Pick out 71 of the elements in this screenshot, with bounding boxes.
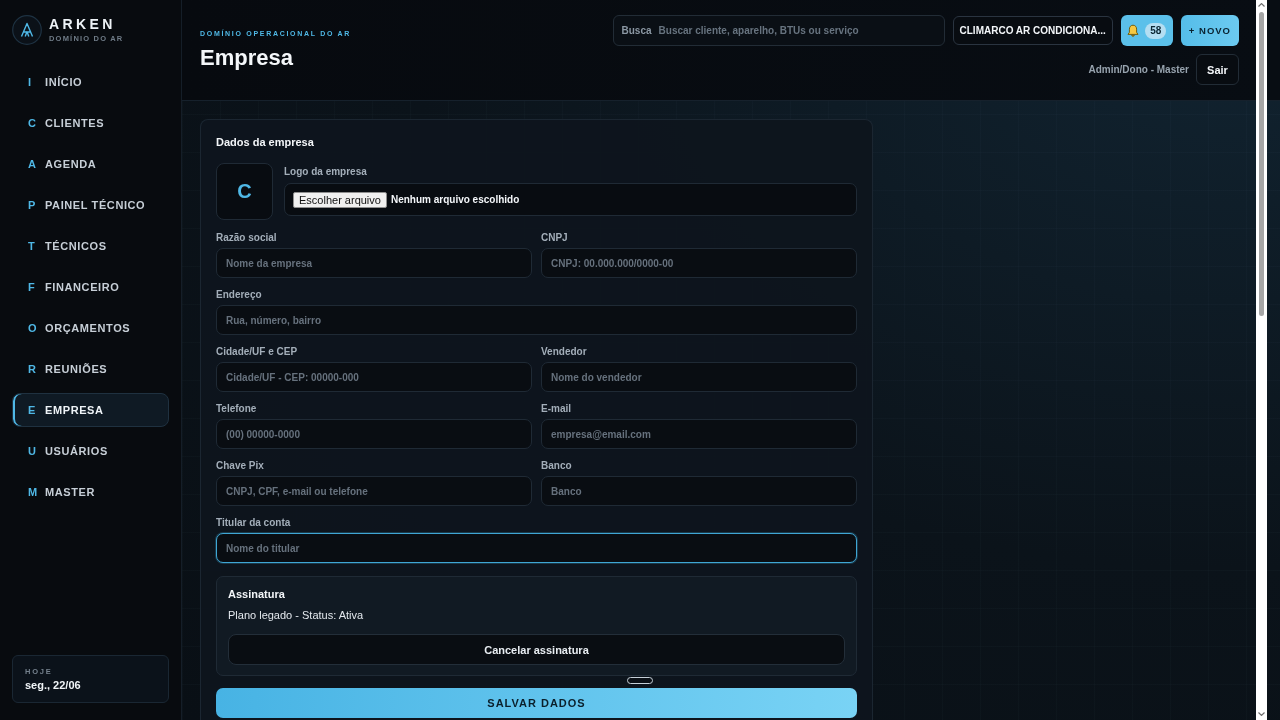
logo-icon bbox=[12, 15, 42, 45]
section-title: Dados da empresa bbox=[216, 136, 315, 149]
nav-letter: E bbox=[28, 404, 37, 416]
nav-item[interactable]: T TÉCNICOS bbox=[12, 229, 169, 263]
notifications-button[interactable]: 58 bbox=[1120, 15, 1173, 46]
nav-item[interactable]: M MASTER bbox=[12, 475, 169, 509]
subscription-title: Assinatura bbox=[228, 587, 286, 601]
scroll-up-icon[interactable] bbox=[1258, 3, 1265, 7]
field-label: Razão social bbox=[216, 232, 278, 244]
nav-item[interactable]: O ORÇAMENTOS bbox=[12, 311, 169, 345]
scroll-down-icon[interactable] bbox=[1258, 712, 1265, 716]
file-field[interactable]: Escolher arquivo Nenhum arquivo escolhido bbox=[284, 183, 857, 216]
nav-item[interactable]: C CLIENTES bbox=[12, 106, 169, 140]
text-field[interactable]: Rua, número, bairro bbox=[216, 305, 857, 335]
field-label: Chave Pix bbox=[216, 460, 265, 472]
nav-letter: U bbox=[28, 445, 37, 457]
today-date: seg., 22/06 bbox=[25, 678, 82, 692]
field-label: Cidade/UF e CEP bbox=[216, 346, 299, 358]
logout-button[interactable]: Sair bbox=[1196, 54, 1239, 85]
handle-icon[interactable] bbox=[627, 677, 653, 684]
text-field[interactable]: Nome do titular bbox=[216, 533, 857, 563]
text-field[interactable]: Nome do vendedor bbox=[541, 362, 857, 392]
nav-item[interactable]: A AGENDA bbox=[12, 147, 169, 181]
brand-name: ARKEN bbox=[49, 17, 117, 31]
field-label: Logo da empresa bbox=[284, 166, 368, 178]
text-field[interactable]: CNPJ, CPF, e-mail ou telefone bbox=[216, 476, 532, 506]
cancel-button[interactable]: Cancelar assinatura bbox=[228, 634, 845, 665]
field-label: Endereço bbox=[216, 289, 263, 301]
nav-letter: F bbox=[28, 281, 36, 293]
field-label: E-mail bbox=[541, 403, 572, 415]
bell-icon bbox=[1127, 23, 1140, 38]
search-input[interactable]: Buscar cliente, aparelho, BTUs ou serviço bbox=[658, 21, 936, 40]
search-label: Busca bbox=[621, 25, 652, 36]
nav-item[interactable]: U USUÁRIOS bbox=[12, 434, 169, 468]
field-label: Vendedor bbox=[541, 346, 588, 358]
nav-letter: T bbox=[28, 240, 36, 252]
nav-item[interactable]: E EMPRESA bbox=[12, 393, 169, 427]
nav-item[interactable]: F FINANCEIRO bbox=[12, 270, 169, 304]
file-status: Nenhum arquivo escolhido bbox=[390, 194, 520, 205]
logo-preview: C bbox=[216, 163, 273, 220]
nav-item[interactable]: P PAINEL TÉCNICO bbox=[12, 188, 169, 222]
search-field[interactable]: Busca Buscar cliente, aparelho, BTUs ou serviço bbox=[612, 15, 945, 46]
notification-count: 58 bbox=[1145, 22, 1167, 39]
nav-letter: O bbox=[28, 322, 38, 334]
text-field[interactable]: empresa@email.com bbox=[541, 419, 857, 449]
company-button[interactable]: CLIMARCO AR CONDICIONA... bbox=[952, 16, 1113, 45]
field-label: Titular da conta bbox=[216, 517, 292, 529]
user-role: Admin/Dono - Master bbox=[1088, 64, 1189, 75]
field-label: CNPJ bbox=[541, 232, 569, 244]
nav-item[interactable]: R REUNIÕES bbox=[12, 352, 169, 386]
new-button[interactable]: + NOVO bbox=[1180, 15, 1239, 46]
nav-letter: M bbox=[28, 486, 39, 498]
text-field[interactable]: Nome da empresa bbox=[216, 248, 532, 278]
nav-letter: R bbox=[28, 363, 37, 375]
text-field[interactable]: (00) 00000-0000 bbox=[216, 419, 532, 449]
scrollbar[interactable] bbox=[1256, 0, 1267, 720]
page-title: Empresa bbox=[200, 45, 293, 71]
text-field[interactable]: Banco bbox=[541, 476, 857, 506]
subscription-status: Plano legado - Status: Ativa bbox=[228, 608, 365, 622]
nav-letter: A bbox=[28, 158, 37, 170]
save-button[interactable]: SALVAR DADOS bbox=[216, 688, 857, 718]
scrollbar-thumb[interactable] bbox=[1259, 12, 1264, 316]
field-label: Banco bbox=[541, 460, 573, 472]
nav-letter: I bbox=[28, 76, 33, 88]
field-label: Telefone bbox=[216, 403, 258, 415]
choose-file-button[interactable]: Escolher arquivo bbox=[293, 191, 387, 208]
text-field[interactable]: Cidade/UF - CEP: 00000-000 bbox=[216, 362, 532, 392]
text-field[interactable]: CNPJ: 00.000.000/0000-00 bbox=[541, 248, 857, 278]
nav-letter: P bbox=[28, 199, 37, 211]
nav-item[interactable]: I INÍCIO bbox=[12, 65, 169, 99]
nav-letter: C bbox=[28, 117, 37, 129]
